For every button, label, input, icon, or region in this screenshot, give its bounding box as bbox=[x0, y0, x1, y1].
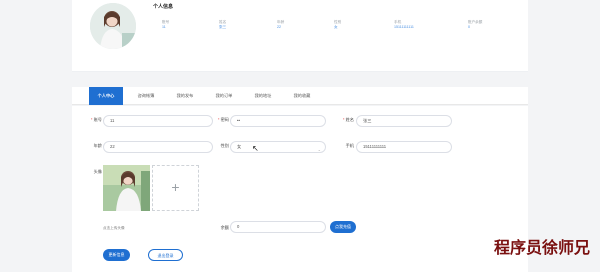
tab-my-address[interactable]: 我的地址 bbox=[246, 87, 280, 105]
phone-input[interactable]: 15111111111 bbox=[356, 141, 452, 153]
info-phone: 手机 15111111111 bbox=[394, 20, 414, 29]
account-input[interactable]: 11 bbox=[103, 115, 213, 127]
gender-select-value: 女 bbox=[237, 144, 242, 149]
profile-form: * 账号 11 * 密码 •• * 姓名 张三 年龄 22 性别 女 ⌄ 手机 … bbox=[72, 106, 528, 272]
gender-label: 性别 bbox=[220, 143, 229, 148]
age-input[interactable]: 22 bbox=[103, 141, 213, 153]
name-label: * 姓名 bbox=[342, 117, 354, 122]
account-label: * 账号 bbox=[90, 117, 102, 122]
info-phone-value: 15111111111 bbox=[394, 24, 414, 29]
mouse-cursor-icon: ↖ bbox=[252, 144, 259, 153]
page: 个人信息 账号 11 姓名 张三 年龄 22 性别 女 手机 151111111… bbox=[0, 0, 600, 272]
tab-bar: 个人中心 咨询帐簿 我的发布 我的订单 我的地址 我的收藏 bbox=[72, 87, 528, 105]
gender-select[interactable]: 女 ⌄ bbox=[230, 141, 326, 153]
profile-avatar bbox=[90, 3, 136, 49]
info-account-label: 账号 bbox=[162, 20, 170, 24]
avatar-label: 头像 bbox=[93, 169, 102, 174]
recharge-button[interactable]: 点我充值 bbox=[330, 221, 356, 233]
balance-input[interactable]: 0 bbox=[230, 221, 326, 233]
info-name: 姓名 张三 bbox=[219, 20, 226, 29]
logout-button[interactable]: 退出登录 bbox=[148, 249, 183, 261]
tab-consult[interactable]: 咨询帐簿 bbox=[129, 87, 163, 105]
tab-personal-center[interactable]: 个人中心 bbox=[89, 87, 123, 105]
info-name-label: 姓名 bbox=[219, 20, 227, 24]
info-account-value: 11 bbox=[162, 24, 166, 29]
info-balance: 账户余额 0 bbox=[468, 20, 482, 29]
profile-title: 个人信息 bbox=[153, 4, 174, 10]
info-name-value: 张三 bbox=[219, 24, 227, 29]
upload-hint: 点击上传头像 bbox=[103, 226, 125, 230]
password-input[interactable]: •• bbox=[230, 115, 326, 127]
tab-my-orders[interactable]: 我的订单 bbox=[207, 87, 241, 105]
info-age-value: 22 bbox=[277, 24, 281, 29]
avatar-upload-button[interactable]: + bbox=[152, 165, 199, 211]
tab-my-posts[interactable]: 我的发布 bbox=[168, 87, 202, 105]
info-account: 账号 11 bbox=[162, 20, 169, 29]
chevron-down-icon: ⌄ bbox=[317, 147, 321, 152]
info-age-label: 年龄 bbox=[277, 20, 285, 24]
profile-card: 个人信息 账号 11 姓名 张三 年龄 22 性别 女 手机 151111111… bbox=[72, 0, 528, 72]
watermark: 程序员徐师兄 bbox=[493, 238, 590, 257]
info-age: 年龄 22 bbox=[277, 20, 284, 29]
age-label: 年龄 bbox=[93, 143, 102, 148]
password-label: * 密码 bbox=[217, 117, 229, 122]
phone-label: 手机 bbox=[345, 143, 354, 148]
info-gender: 性别 女 bbox=[334, 20, 341, 29]
plus-icon: + bbox=[171, 179, 180, 195]
update-button[interactable]: 更新信息 bbox=[103, 249, 130, 261]
avatar-preview[interactable] bbox=[103, 165, 150, 211]
info-balance-value: 0 bbox=[468, 24, 470, 29]
balance-label: 余额 bbox=[220, 225, 229, 230]
tab-my-favorites[interactable]: 我的收藏 bbox=[285, 87, 319, 105]
name-input[interactable]: 张三 bbox=[356, 115, 452, 127]
info-gender-value: 女 bbox=[334, 24, 338, 29]
info-balance-label: 账户余额 bbox=[468, 20, 483, 24]
info-gender-label: 性别 bbox=[334, 20, 342, 24]
